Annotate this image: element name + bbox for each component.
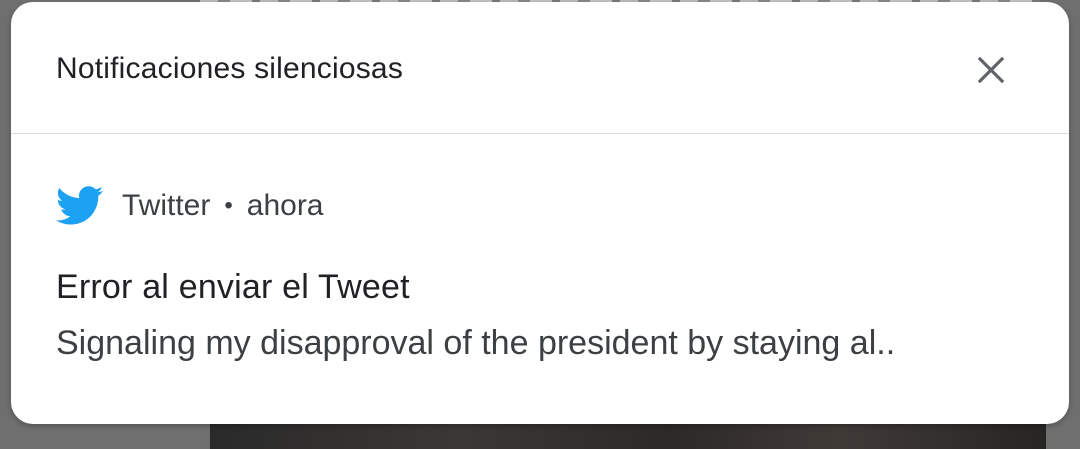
silent-notifications-panel: Notificaciones silenciosas Twitter • aho…	[11, 2, 1069, 424]
close-icon	[977, 56, 1005, 84]
notification-app-row: Twitter • ahora	[56, 184, 324, 228]
notification-body: Signaling my disapproval of the presiden…	[56, 324, 896, 362]
panel-header: Notificaciones silenciosas	[11, 2, 1069, 134]
panel-title: Notificaciones silenciosas	[56, 52, 404, 85]
app-name: Twitter	[122, 189, 211, 222]
notification-title: Error al enviar el Tweet	[56, 268, 410, 306]
close-button[interactable]	[969, 48, 1013, 92]
notification-time: ahora	[246, 189, 324, 222]
separator-dot: •	[224, 192, 233, 219]
twitter-bird-icon	[56, 186, 104, 226]
notification-item[interactable]: Twitter • ahora Error al enviar el Tweet…	[11, 134, 1069, 424]
